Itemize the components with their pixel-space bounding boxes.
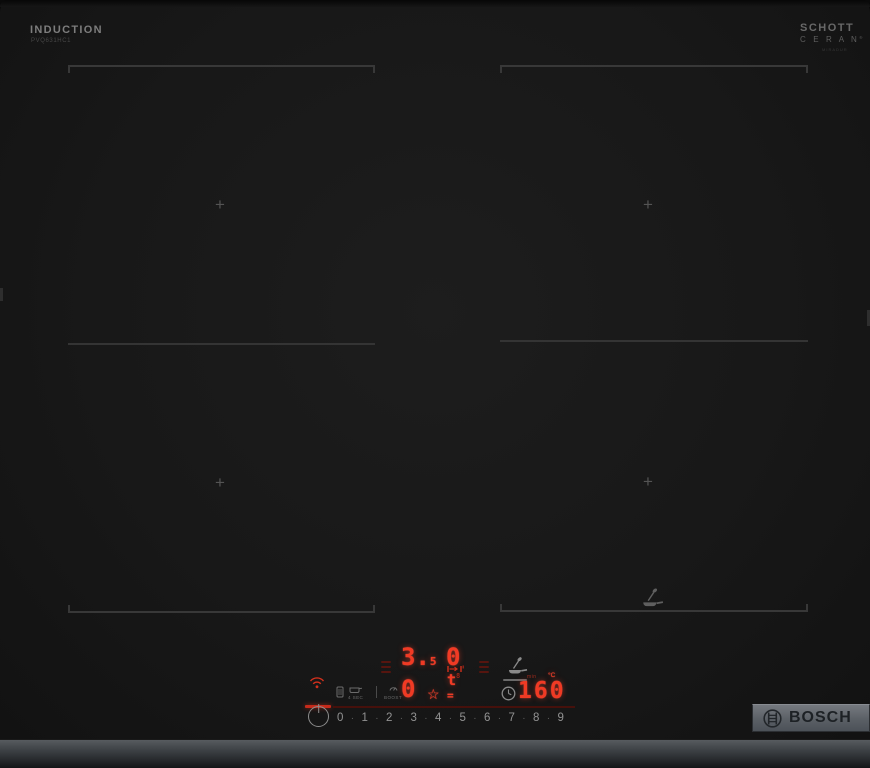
power-level-slider[interactable]: 0 · 1 · 2 · 3 · 4 · 5 · 6 · 7 · 8 · 9 <box>337 710 564 726</box>
top-bezel <box>0 0 870 7</box>
induction-label: INDUCTION <box>30 24 103 36</box>
level-key-6[interactable]: 6 <box>484 712 490 724</box>
level-key-4[interactable]: 4 <box>435 712 441 724</box>
ceran-line: C E R A N® <box>800 35 865 44</box>
level-dot: · <box>375 712 379 724</box>
display-front-right-underline: = <box>447 689 454 702</box>
hold-four-sec-hint: 4 SEC <box>348 685 363 700</box>
level-key-2[interactable]: 2 <box>386 712 392 724</box>
zone-front-right-marker: + <box>643 472 653 491</box>
level-key-3[interactable]: 3 <box>411 712 417 724</box>
boost-hint: BOOST <box>384 684 402 700</box>
level-dot: · <box>497 712 502 724</box>
hold-four-sec-label: 4 SEC <box>348 695 364 700</box>
power-level-bars-left-icon <box>381 661 391 676</box>
bosch-anchor-icon <box>763 708 782 728</box>
level-dot: · <box>522 712 526 724</box>
schott-line: SCHOTT <box>800 22 855 34</box>
zone-back-right-marker: + <box>643 195 653 214</box>
model-number: PVQ631HC1 <box>31 38 72 44</box>
boost-label: BOOST <box>384 695 403 700</box>
level-key-5[interactable]: 5 <box>460 712 466 724</box>
level-key-0[interactable]: 0 <box>337 712 343 724</box>
slider-guide-line <box>333 706 575 708</box>
level-key-7[interactable]: 7 <box>509 712 515 724</box>
induction-hob: INDUCTION PVQ631HC1 SCHOTT C E R A N® MI… <box>0 0 870 768</box>
zone-front-left-bottom-line <box>68 603 375 613</box>
wifi-icon <box>309 676 325 694</box>
power-level-bars-right-icon <box>479 661 489 676</box>
zone-back-left-marker: + <box>215 195 225 214</box>
level-key-1[interactable]: 1 <box>362 712 368 724</box>
display-front-right-sub: 8 <box>456 672 461 680</box>
registered-mark: ® <box>859 35 865 40</box>
timer-display: 160 <box>518 678 566 704</box>
display-front-right-symbol: t <box>447 671 457 689</box>
favorite-star-key[interactable]: ☆ <box>427 687 440 701</box>
zone-front-left-marker: + <box>215 473 225 492</box>
child-lock-icon <box>336 685 344 703</box>
front-trim-strip <box>0 739 870 768</box>
pot-icon <box>349 687 363 693</box>
schott-subtext: MIRADUR <box>822 47 848 52</box>
zone-right-middle-line <box>500 340 808 342</box>
hint-divider <box>376 686 377 698</box>
level-dot: · <box>350 712 355 724</box>
power-button[interactable] <box>308 706 329 727</box>
level-key-8[interactable]: 8 <box>533 712 539 724</box>
zone-left-middle-line <box>68 343 375 345</box>
bosch-logo-badge: BOSCH <box>752 704 870 732</box>
bosch-logo-text: BOSCH <box>789 709 852 726</box>
timer-clock-icon[interactable] <box>501 686 516 706</box>
display-back-left-power: 3.5 <box>401 643 437 671</box>
frying-sensor-zone-icon <box>640 586 664 615</box>
zone-back-right-top-line <box>500 65 808 75</box>
level-dot: · <box>399 712 404 724</box>
schott-ceran-logo: SCHOTT C E R A N® MIRADUR <box>800 23 865 52</box>
left-edge-reflection <box>0 288 3 301</box>
glass-surface <box>0 0 870 740</box>
level-dot: · <box>424 712 428 724</box>
level-dot: · <box>448 712 453 724</box>
display-front-left-power: 0 <box>401 675 416 703</box>
level-dot: · <box>546 712 551 724</box>
display-front-right-cluster: t8 = <box>447 665 464 701</box>
zone-back-left-top-line <box>68 65 375 75</box>
boost-icon <box>389 687 398 691</box>
display-back-left-decimal: 5 <box>429 655 437 668</box>
level-key-9[interactable]: 9 <box>558 712 564 724</box>
level-dot: · <box>473 712 477 724</box>
